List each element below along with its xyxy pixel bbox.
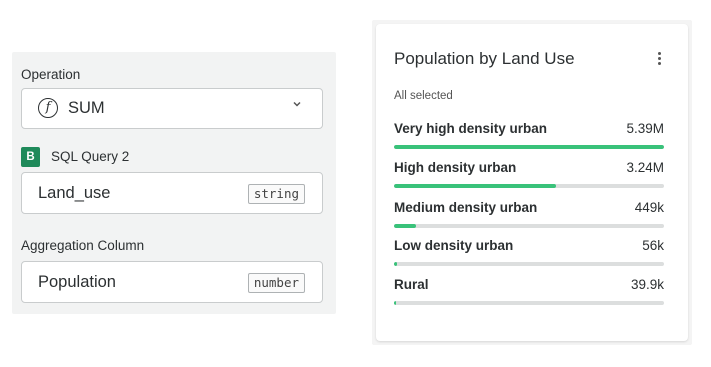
- widget-title: Population by Land Use: [394, 49, 575, 68]
- category-name: Rural: [394, 277, 429, 292]
- aggregation-column-label: Aggregation Column: [21, 238, 145, 253]
- category-name: Very high density urban: [394, 121, 548, 136]
- category-widget-card: Population by Land Use All selected Very…: [372, 20, 692, 345]
- operation-select[interactable]: f SUM: [21, 88, 323, 129]
- category-value: 39.9k: [630, 277, 664, 292]
- source-badge: B: [21, 147, 40, 167]
- aggregation-column-field[interactable]: Population number: [21, 261, 323, 303]
- widget-config-panel: Operation f SUM B SQL Query 2 Land_use s…: [12, 52, 336, 314]
- column-type-tag: string: [247, 184, 305, 204]
- function-icon: f: [38, 98, 58, 118]
- category-bar: [394, 184, 556, 188]
- category-bar-track: [394, 301, 664, 305]
- selection-status: All selected: [394, 90, 453, 102]
- category-name: High density urban: [394, 160, 517, 175]
- category-bar: [394, 224, 416, 228]
- column-name: Land_use: [38, 184, 111, 202]
- category-name: Low density urban: [394, 238, 514, 253]
- category-item[interactable]: Rural 39.9k: [394, 277, 664, 307]
- category-bar: [394, 145, 664, 149]
- category-value: 3.24M: [626, 160, 664, 175]
- operation-value: SUM: [68, 99, 105, 117]
- category-value: 449k: [634, 200, 664, 215]
- category-value: 56k: [642, 238, 664, 253]
- category-item[interactable]: High density urban 3.24M: [394, 160, 664, 190]
- category-item[interactable]: Low density urban 56k: [394, 238, 664, 268]
- column-field[interactable]: Land_use string: [21, 172, 323, 214]
- category-name: Medium density urban: [394, 200, 538, 215]
- category-value: 5.39M: [626, 121, 664, 136]
- aggregation-type-tag: number: [247, 273, 305, 293]
- category-bar-track: [394, 145, 664, 149]
- aggregation-column-name: Population: [38, 273, 116, 291]
- category-bar-track: [394, 184, 664, 188]
- more-options-icon[interactable]: [658, 52, 662, 68]
- chevron-down-icon: [292, 99, 302, 109]
- category-bar: [394, 301, 396, 305]
- category-bar-track: [394, 262, 664, 266]
- category-widget: Population by Land Use All selected Very…: [376, 24, 688, 341]
- category-item[interactable]: Very high density urban 5.39M: [394, 121, 664, 151]
- category-item[interactable]: Medium density urban 449k: [394, 200, 664, 230]
- operation-label: Operation: [21, 67, 81, 82]
- category-bar: [394, 262, 397, 266]
- category-bar-track: [394, 224, 664, 228]
- source-name: SQL Query 2: [51, 149, 130, 164]
